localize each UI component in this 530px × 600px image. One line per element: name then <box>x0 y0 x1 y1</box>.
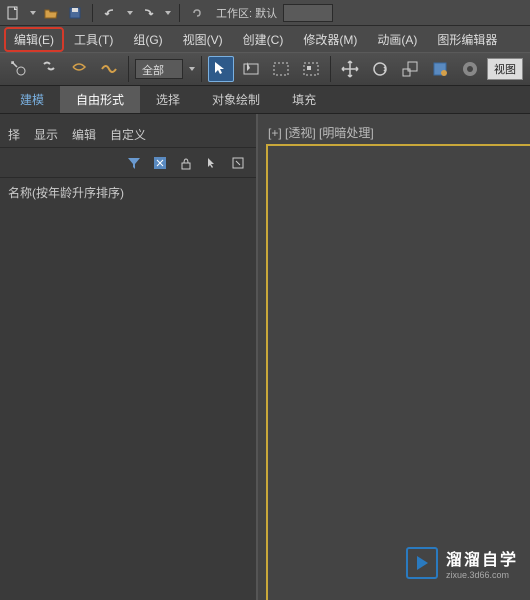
selection-filter-dropdown[interactable]: 全部 <box>135 59 183 79</box>
ribbon-divider <box>128 56 129 82</box>
workspace-select[interactable]: 默认 <box>283 4 333 22</box>
menu-modifiers[interactable]: 修改器(M) <box>293 27 367 52</box>
menu-animation[interactable]: 动画(A) <box>367 27 427 52</box>
rect-region-icon[interactable] <box>268 56 294 82</box>
select-object-icon[interactable] <box>208 56 234 82</box>
lock-icon[interactable] <box>176 153 196 173</box>
watermark-title: 溜溜自学 <box>446 546 518 570</box>
watermark-url: zixue.3d66.com <box>446 570 518 580</box>
scene-explorer-panel: 择 显示 编辑 自定义 名称(按年龄升序排序) <box>0 114 258 600</box>
new-file-icon[interactable] <box>4 4 22 22</box>
reference-icon[interactable] <box>457 56 483 82</box>
watermark: 溜溜自学 zixue.3d66.com <box>406 546 518 580</box>
ribbon-divider <box>330 56 331 82</box>
redo-icon[interactable] <box>139 4 157 22</box>
select-link-icon[interactable] <box>6 56 32 82</box>
menu-bar: 编辑(E) 工具(T) 组(G) 视图(V) 创建(C) 修改器(M) 动画(A… <box>0 26 530 52</box>
undo-icon[interactable] <box>101 4 119 22</box>
tab-objectpaint[interactable]: 对象绘制 <box>196 86 276 113</box>
ribbon-toolbar: 全部 视图 <box>0 52 530 86</box>
watermark-play-icon <box>406 547 438 579</box>
scale-icon[interactable] <box>397 56 423 82</box>
toolbar-divider <box>179 4 180 22</box>
undo-dropdown-icon[interactable] <box>127 11 133 15</box>
tab-freeform[interactable]: 自由形式 <box>60 86 140 113</box>
menu-graph[interactable]: 图形编辑器 <box>427 27 507 52</box>
pick-icon[interactable] <box>228 153 248 173</box>
viewport-frame <box>266 144 530 600</box>
view-label[interactable]: 视图 <box>487 58 523 80</box>
menu-edit[interactable]: 编辑(E) <box>4 27 64 52</box>
filter-icon[interactable] <box>124 153 144 173</box>
rotate-icon[interactable] <box>367 56 393 82</box>
viewport[interactable]: [+] [透视] [明暗处理] <box>258 114 530 600</box>
bind-icon[interactable] <box>66 56 92 82</box>
menu-group[interactable]: 组(G) <box>123 27 172 52</box>
panel-menu-select[interactable]: 择 <box>8 126 20 143</box>
select-arrow-icon[interactable] <box>202 153 222 173</box>
schematic-icon[interactable] <box>96 56 122 82</box>
selection-filter-arrow[interactable] <box>189 67 195 71</box>
panel-menu: 择 显示 编辑 自定义 <box>0 122 256 148</box>
scene-explorer-body[interactable] <box>0 207 256 600</box>
tab-select[interactable]: 选择 <box>140 86 196 113</box>
toolbar-divider <box>92 4 93 22</box>
main-area: 择 显示 编辑 自定义 名称(按年龄升序排序) [+] [透视] <box>0 114 530 600</box>
menu-tools[interactable]: 工具(T) <box>64 27 123 52</box>
tab-model[interactable]: 建模 <box>4 86 60 113</box>
select-name-icon[interactable] <box>238 56 264 82</box>
menu-create[interactable]: 创建(C) <box>233 27 294 52</box>
ribbon-tabs: 建模 自由形式 选择 对象绘制 填充 <box>0 86 530 114</box>
move-icon[interactable] <box>337 56 363 82</box>
menu-view[interactable]: 视图(V) <box>173 27 233 52</box>
link-icon[interactable] <box>188 4 206 22</box>
search-toggle-icon[interactable] <box>150 153 170 173</box>
panel-column-header[interactable]: 名称(按年龄升序排序) <box>0 178 256 207</box>
workspace-label: 工作区: 默认 <box>216 5 277 21</box>
viewport-label[interactable]: [+] [透视] [明暗处理] <box>268 124 374 141</box>
panel-menu-edit[interactable]: 编辑 <box>72 126 96 143</box>
panel-toolbar <box>0 148 256 178</box>
open-file-icon[interactable] <box>42 4 60 22</box>
panel-menu-custom[interactable]: 自定义 <box>110 126 146 143</box>
window-crossing-icon[interactable] <box>298 56 324 82</box>
panel-menu-display[interactable]: 显示 <box>34 126 58 143</box>
tab-fill[interactable]: 填充 <box>276 86 332 113</box>
quick-access-toolbar: 工作区: 默认 默认 <box>0 0 530 26</box>
place-icon[interactable] <box>427 56 453 82</box>
redo-dropdown-icon[interactable] <box>165 11 171 15</box>
new-dropdown-icon[interactable] <box>30 11 36 15</box>
unlink-icon[interactable] <box>36 56 62 82</box>
save-file-icon[interactable] <box>66 4 84 22</box>
ribbon-divider <box>201 56 202 82</box>
